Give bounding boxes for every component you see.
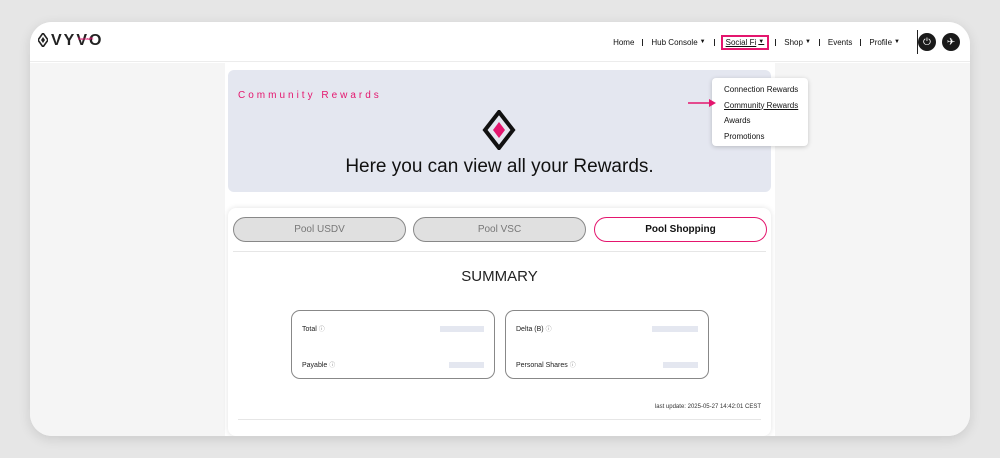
nav-separator [818, 38, 820, 46]
nav-events[interactable]: Events [826, 38, 854, 47]
nav-shop-label: Shop [784, 37, 803, 47]
payable-label-text: Payable [302, 362, 328, 369]
menu-item-awards[interactable]: Awards [724, 113, 808, 129]
nav-social-fi-label: Social Fi [725, 37, 757, 47]
total-label: Total ⓘ [302, 324, 325, 333]
nav-separator [713, 38, 715, 46]
nav-events-label: Events [827, 37, 853, 47]
logo-subtext: SocialFi [78, 36, 94, 41]
delta-label-text: Delta (B) [516, 326, 544, 333]
rewards-card: Pool USDV Pool VSC Pool Shopping SUMMARY… [228, 208, 771, 436]
info-icon[interactable]: ⓘ [570, 363, 576, 369]
personal-shares-label: Personal Shares ⓘ [516, 360, 576, 369]
vyvo-diamond-logo-icon [482, 110, 516, 150]
delta-value-placeholder [652, 326, 698, 332]
page-title: Community Rewards [238, 90, 382, 101]
tab-pool-vsc[interactable]: Pool VSC [413, 217, 586, 242]
summary-box-left: Total ⓘ Payable ⓘ [291, 310, 495, 379]
nav-home[interactable]: Home [611, 38, 636, 47]
card-bottom-divider [238, 419, 761, 420]
app-window: VYVO SocialFi Home Hub Console ▼ Social F… [30, 22, 970, 436]
total-label-text: Total [302, 326, 317, 333]
payable-value-placeholder [449, 362, 484, 368]
menu-item-community-rewards[interactable]: Community Rewards [724, 98, 808, 114]
pointer-arrow-icon [688, 99, 716, 107]
nav-hub-console-label: Hub Console [651, 37, 698, 47]
info-icon[interactable]: ⓘ [546, 327, 552, 333]
nav-links: Home Hub Console ▼ Social Fi ▼ Shop ▼ Event… [611, 22, 902, 62]
tabs-divider [233, 251, 766, 252]
caret-down-icon: ▼ [699, 39, 706, 45]
summary-title: SUMMARY [461, 268, 538, 285]
menu-item-connection-rewards[interactable]: Connection Rewards [724, 82, 808, 98]
info-icon[interactable]: ⓘ [329, 363, 335, 369]
delta-label: Delta (B) ⓘ [516, 324, 552, 333]
total-value-placeholder [440, 326, 484, 332]
nav-separator [642, 38, 644, 46]
summary-box-right: Delta (B) ⓘ Personal Shares ⓘ [505, 310, 709, 379]
personal-shares-label-text: Personal Shares [516, 362, 568, 369]
vyvo-diamond-icon [38, 33, 48, 47]
vyvo-logo[interactable]: VYVO [38, 33, 103, 49]
top-navbar: VYVO SocialFi Home Hub Console ▼ Social F… [30, 22, 970, 62]
caret-down-icon: ▼ [894, 39, 900, 45]
payable-label: Payable ⓘ [302, 360, 335, 369]
last-update-timestamp: last update: 2025-05-27 14:42:01 CEST [654, 404, 761, 410]
social-fi-dropdown-menu: Connection Rewards Community Rewards Awa… [712, 78, 808, 146]
nav-separator [860, 38, 862, 46]
nav-home-label: Home [613, 37, 635, 47]
personal-shares-value-placeholder [663, 362, 698, 368]
nav-separator [775, 38, 777, 46]
compass-icon[interactable]: ✈ [942, 33, 960, 51]
caret-down-icon: ▼ [758, 39, 765, 45]
info-icon[interactable]: ⓘ [319, 327, 325, 333]
hero-subtitle: Here you can view all your Rewards. [345, 156, 654, 177]
caret-down-icon: ▼ [804, 39, 811, 45]
nav-social-fi[interactable]: Social Fi ▼ [720, 34, 770, 50]
nav-profile[interactable]: Profile ▼ [867, 38, 902, 47]
power-icon[interactable]: ⏻ [918, 33, 936, 51]
nav-shop[interactable]: Shop ▼ [782, 38, 813, 47]
nav-profile-label: Profile [869, 37, 893, 47]
tab-pool-shopping[interactable]: Pool Shopping [594, 217, 767, 242]
nav-hub-console[interactable]: Hub Console ▼ [649, 38, 707, 47]
tab-pool-usdv[interactable]: Pool USDV [233, 217, 406, 242]
menu-item-promotions[interactable]: Promotions [724, 129, 808, 145]
hero-banner: Community Rewards Here you can view all … [228, 70, 771, 192]
